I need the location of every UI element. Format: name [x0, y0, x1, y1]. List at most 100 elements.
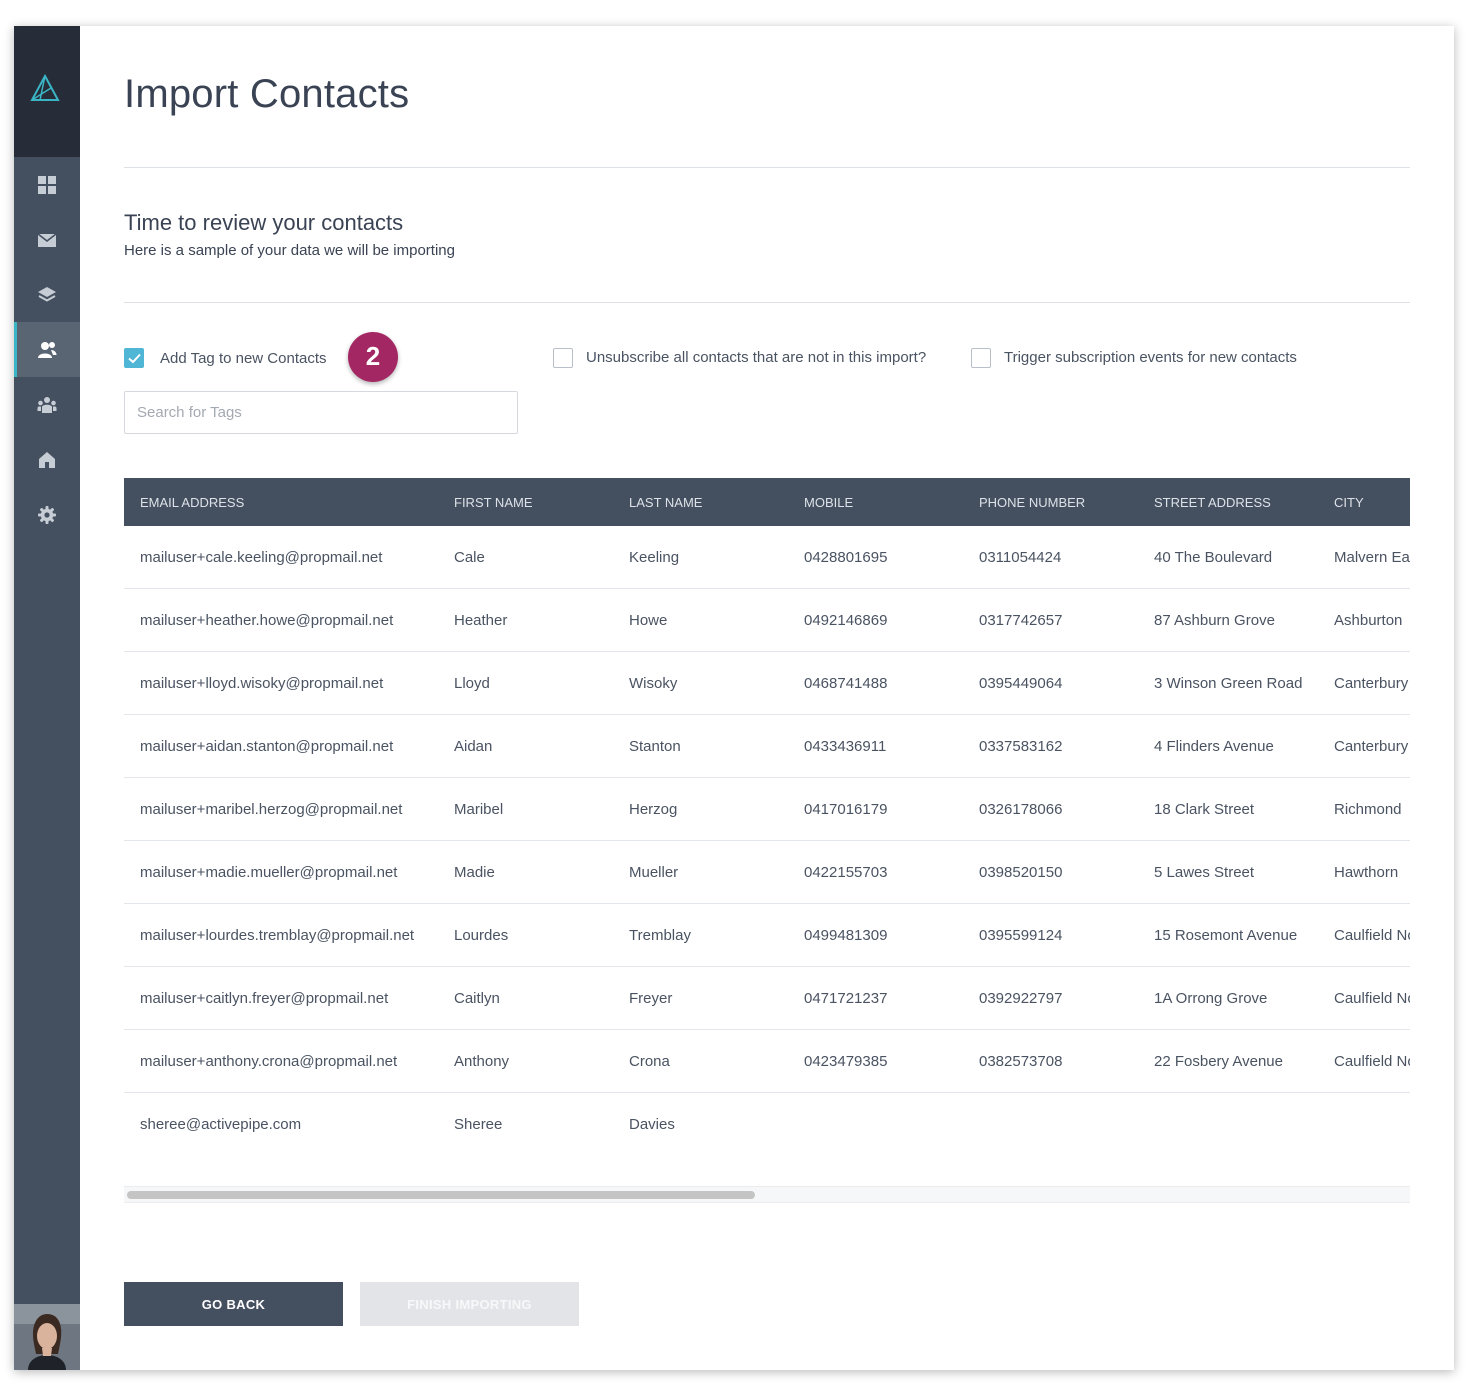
section-divider	[124, 302, 1410, 303]
scrollbar-thumb[interactable]	[127, 1191, 755, 1199]
cell-street: 40 The Boulevard	[1138, 526, 1318, 589]
add-tag-checkbox[interactable]	[124, 348, 144, 368]
cell-phone: 0395449064	[963, 651, 1138, 715]
cell-phone: 0392922797	[963, 966, 1138, 1030]
contacts-table: EMAIL ADDRESS FIRST NAME LAST NAME MOBIL…	[124, 478, 1410, 1152]
column-header-mobile[interactable]: MOBILE	[788, 478, 963, 526]
cell-email: mailuser+aidan.stanton@propmail.net	[124, 714, 438, 778]
home-icon	[39, 452, 55, 468]
table-row: mailuser+madie.mueller@propmail.net Madi…	[124, 840, 1410, 904]
nav-groups[interactable]	[14, 377, 80, 432]
avatar-image	[14, 1304, 80, 1370]
cell-phone: 0398520150	[963, 840, 1138, 904]
cell-street: 22 Fosbery Avenue	[1138, 1029, 1318, 1093]
unsubscribe-checkbox[interactable]	[553, 348, 573, 368]
cell-mobile: 0433436911	[788, 714, 963, 778]
cell-street	[1138, 1092, 1318, 1152]
cell-mobile: 0417016179	[788, 777, 963, 841]
table-header-row: EMAIL ADDRESS FIRST NAME LAST NAME MOBIL…	[124, 478, 1410, 526]
cell-city: Richmond	[1318, 777, 1410, 841]
column-header-city[interactable]: CITY	[1318, 478, 1410, 526]
cell-first-name: Heather	[438, 588, 613, 652]
step-badge: 2	[348, 332, 398, 382]
cell-city: Caulfield North	[1318, 903, 1410, 967]
mail-icon	[37, 233, 57, 247]
cell-mobile	[788, 1092, 963, 1152]
cell-phone: 0382573708	[963, 1029, 1138, 1093]
nav-home[interactable]	[14, 432, 80, 487]
layers-icon	[38, 287, 56, 302]
app-window: Import Contacts Time to review your cont…	[14, 26, 1454, 1370]
checkmark-icon	[128, 353, 141, 364]
gear-icon	[38, 506, 56, 524]
cell-last-name: Howe	[613, 588, 788, 652]
table-horizontal-scrollbar[interactable]	[124, 1186, 1410, 1203]
cell-city	[1318, 1092, 1410, 1152]
column-header-street[interactable]: STREET ADDRESS	[1138, 478, 1318, 526]
cell-phone: 0337583162	[963, 714, 1138, 778]
cell-phone	[963, 1092, 1138, 1152]
table-row: mailuser+cale.keeling@propmail.net Cale …	[124, 526, 1410, 589]
nav-contacts[interactable]	[14, 322, 80, 377]
finish-importing-button[interactable]: FINISH IMPORTING	[360, 1282, 579, 1326]
nav-layers[interactable]	[14, 267, 80, 322]
cell-last-name: Wisoky	[613, 651, 788, 715]
table-row: mailuser+heather.howe@propmail.net Heath…	[124, 588, 1410, 652]
cell-phone: 0326178066	[963, 777, 1138, 841]
cell-street: 3 Winson Green Road	[1138, 651, 1318, 715]
cell-email: mailuser+caitlyn.freyer@propmail.net	[124, 966, 438, 1030]
table-row: sheree@activepipe.com Sheree Davies	[124, 1092, 1410, 1152]
cell-first-name: Lloyd	[438, 651, 613, 715]
section-subtitle: Here is a sample of your data we will be…	[124, 242, 455, 259]
cell-street: 18 Clark Street	[1138, 777, 1318, 841]
cell-first-name: Madie	[438, 840, 613, 904]
cell-last-name: Freyer	[613, 966, 788, 1030]
add-tag-label[interactable]: Add Tag to new Contacts	[160, 350, 327, 367]
cell-city: Canterbury	[1318, 714, 1410, 778]
cell-street: 87 Ashburn Grove	[1138, 588, 1318, 652]
cell-city: Hawthorn	[1318, 840, 1410, 904]
cell-street: 15 Rosemont Avenue	[1138, 903, 1318, 967]
unsubscribe-label[interactable]: Unsubscribe all contacts that are not in…	[586, 349, 926, 366]
section-title: Time to review your contacts	[124, 210, 404, 235]
nav-dashboard[interactable]	[14, 157, 80, 212]
cell-first-name: Cale	[438, 526, 613, 589]
table-row: mailuser+aidan.stanton@propmail.net Aida…	[124, 714, 1410, 778]
cell-last-name: Tremblay	[613, 903, 788, 967]
column-header-first-name[interactable]: FIRST NAME	[438, 478, 613, 526]
cell-first-name: Maribel	[438, 777, 613, 841]
dashboard-icon	[38, 176, 56, 194]
tag-search-input[interactable]	[124, 391, 518, 434]
table-row: mailuser+lloyd.wisoky@propmail.net Lloyd…	[124, 651, 1410, 715]
user-avatar[interactable]	[14, 1304, 80, 1370]
column-header-email[interactable]: EMAIL ADDRESS	[124, 478, 438, 526]
cell-email: mailuser+lourdes.tremblay@propmail.net	[124, 903, 438, 967]
cell-phone: 0395599124	[963, 903, 1138, 967]
cell-last-name: Davies	[613, 1092, 788, 1152]
cell-mobile: 0428801695	[788, 526, 963, 589]
trigger-events-checkbox[interactable]	[971, 348, 991, 368]
cell-mobile: 0423479385	[788, 1029, 963, 1093]
cell-last-name: Stanton	[613, 714, 788, 778]
nav-mail[interactable]	[14, 212, 80, 267]
trigger-events-label[interactable]: Trigger subscription events for new cont…	[1004, 349, 1297, 366]
contacts-icon	[38, 342, 57, 358]
column-header-last-name[interactable]: LAST NAME	[613, 478, 788, 526]
cell-mobile: 0422155703	[788, 840, 963, 904]
cell-mobile: 0471721237	[788, 966, 963, 1030]
table-row: mailuser+anthony.crona@propmail.net Anth…	[124, 1029, 1410, 1093]
cell-mobile: 0492146869	[788, 588, 963, 652]
cell-email: mailuser+maribel.herzog@propmail.net	[124, 777, 438, 841]
column-header-phone[interactable]: PHONE NUMBER	[963, 478, 1138, 526]
page-title: Import Contacts	[124, 72, 410, 116]
main-content: Import Contacts Time to review your cont…	[80, 26, 1454, 1370]
go-back-button[interactable]: GO BACK	[124, 1282, 343, 1326]
table-row: mailuser+maribel.herzog@propmail.net Mar…	[124, 777, 1410, 841]
logo-area[interactable]	[14, 26, 80, 157]
cell-phone: 0317742657	[963, 588, 1138, 652]
nav-settings[interactable]	[14, 487, 80, 542]
cell-city: Malvern East	[1318, 526, 1410, 589]
cell-last-name: Keeling	[613, 526, 788, 589]
cell-city: Canterbury	[1318, 651, 1410, 715]
cell-mobile: 0468741488	[788, 651, 963, 715]
